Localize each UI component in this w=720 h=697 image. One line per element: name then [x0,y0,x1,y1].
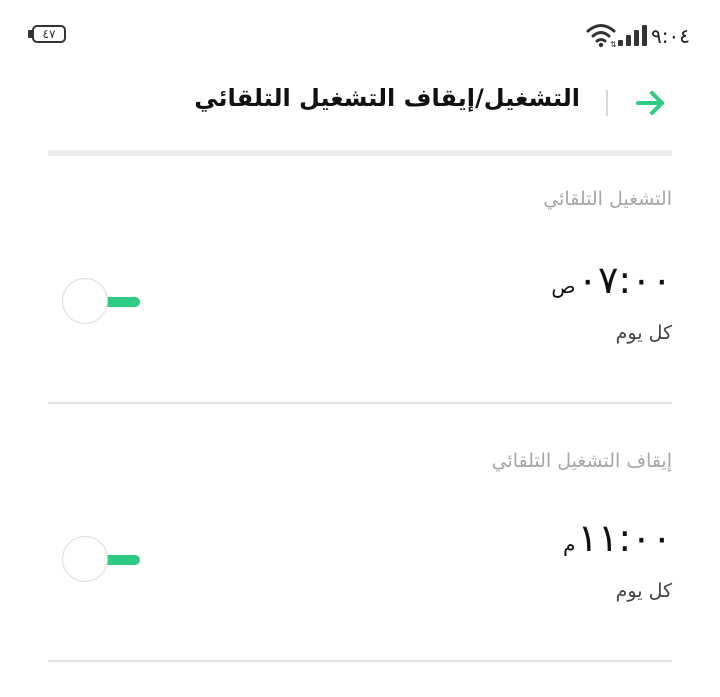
auto-on-time-value: ٠٧:٠٠ [577,258,672,302]
toggle-thumb [62,536,108,582]
divider [48,660,672,662]
header-divider [606,90,608,116]
page-title: التشغيل/إيقاف التشغيل التلقائي [194,84,580,112]
auto-off-ampm: م [563,532,576,556]
section-label-auto-on: التشغيل التلقائي [543,188,672,210]
battery-icon: ٤٧ [32,25,66,43]
auto-off-time[interactable]: ١١:٠٠م [563,516,672,560]
battery-level: ٤٧ [42,27,56,41]
toggle-thumb [62,278,108,324]
auto-on-row[interactable]: ٠٧:٠٠ص كل يوم [48,258,672,358]
auto-on-ampm: ص [551,274,576,298]
auto-off-time-value: ١١:٠٠ [577,516,672,560]
auto-on-time[interactable]: ٠٧:٠٠ص [551,258,672,302]
svg-text:⇅: ⇅ [610,40,616,48]
auto-on-toggle[interactable] [62,278,142,326]
auto-on-repeat: كل يوم [615,322,672,344]
auto-off-row[interactable]: ١١:٠٠م كل يوم [48,516,672,616]
auto-off-toggle[interactable] [62,536,142,584]
battery-cap [28,30,32,38]
header: التشغيل/إيقاف التشغيل التلقائي [0,70,720,134]
cellular-signal-icon [618,24,648,46]
section-label-auto-off: إيقاف التشغيل التلقائي [491,450,672,472]
back-arrow-icon[interactable] [634,86,668,120]
wifi-icon: ⇅ [586,24,616,48]
auto-off-repeat: كل يوم [615,580,672,602]
divider [48,402,672,404]
header-separator [48,150,672,156]
status-time: ٩:٠٤ [651,24,690,48]
status-bar: ٤٧ ⇅ ٩:٠٤ [0,0,720,70]
